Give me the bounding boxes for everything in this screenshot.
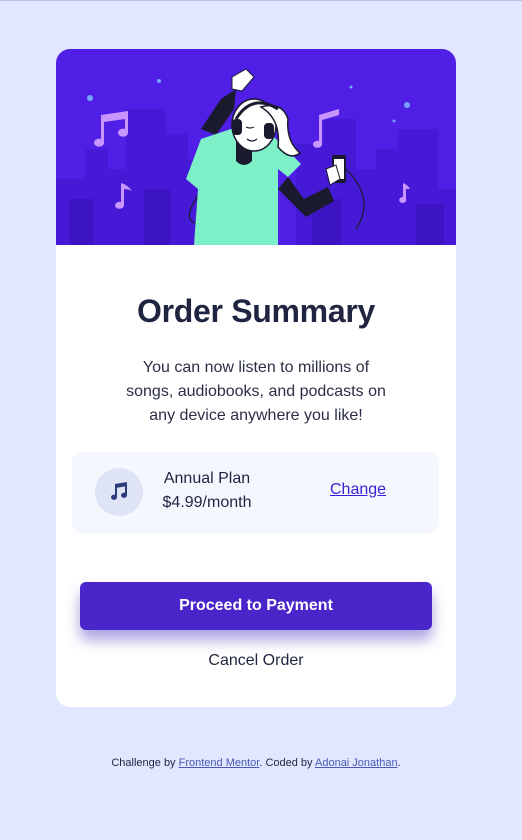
proceed-to-payment-button[interactable]: Proceed to Payment: [80, 582, 432, 630]
change-plan-link[interactable]: Change: [330, 481, 386, 499]
hero-illustration: [56, 49, 456, 245]
plan-price: $4.99/month: [162, 494, 252, 511]
frontend-mentor-link[interactable]: Frontend Mentor: [179, 757, 260, 769]
attribution: Challenge by Frontend Mentor. Coded by A…: [0, 757, 512, 769]
author-link[interactable]: Adonai Jonathan: [315, 757, 398, 769]
order-summary-card: Order Summary You can now listen to mill…: [56, 49, 456, 707]
order-description: You can now listen to millions of songs,…: [126, 359, 386, 424]
music-note-icon: [95, 468, 143, 516]
plan-summary: Annual Plan $4.99/month Change: [72, 452, 439, 533]
page-title: Order Summary: [137, 293, 375, 329]
attribution-coded-prefix: . Coded by: [259, 757, 315, 769]
person-dancing-with-headphones-illustration: [56, 68, 456, 245]
attribution-challenge-prefix: Challenge by: [111, 757, 179, 769]
cancel-order-button[interactable]: Cancel Order: [80, 652, 432, 676]
attribution-suffix: .: [397, 757, 401, 769]
plan-name: Annual Plan: [163, 470, 251, 487]
